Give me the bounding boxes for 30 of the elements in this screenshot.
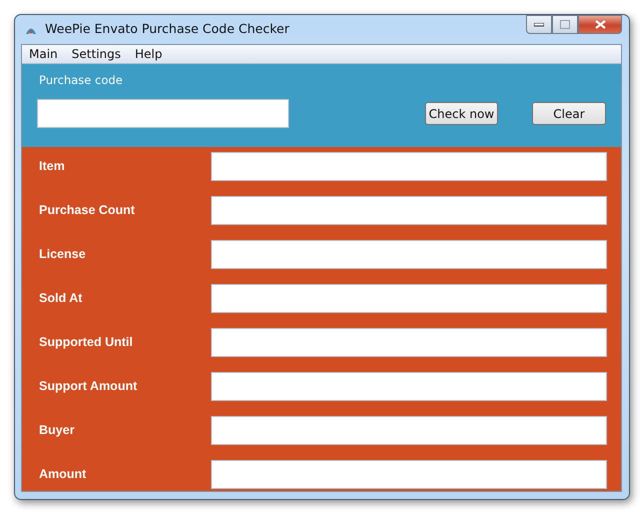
close-button[interactable] [578,15,622,34]
field-label: Item [39,158,66,176]
maximize-button[interactable] [552,15,578,34]
text-field[interactable] [211,372,607,401]
field-label: Sold At [39,290,84,308]
field-label: Support Amount [39,378,138,396]
field-label: Amount [39,466,88,484]
maximize-icon [560,20,570,29]
clear-button[interactable]: Clear [532,102,606,126]
text-field[interactable] [211,416,607,445]
field-label: License [39,246,87,264]
menu-item[interactable]: Main [22,45,65,63]
menu-item[interactable]: Help [128,45,170,63]
minimize-button[interactable] [526,15,552,34]
field-label: Supported Until [39,334,134,352]
text-field[interactable] [211,328,607,357]
text-field[interactable] [211,460,607,489]
purchase-code-label: Purchase code [39,72,124,89]
check-button[interactable]: Check now [425,102,498,126]
text-field[interactable] [211,152,607,181]
text-field[interactable] [211,240,607,269]
minimize-icon [534,22,544,26]
window-title: WeePie Envato Purchase Code Checker [45,20,290,38]
text-field[interactable] [211,284,607,313]
field-label: Purchase Count [39,202,136,220]
close-icon [594,20,606,29]
field-label: Buyer [39,422,76,440]
text-field[interactable] [211,196,607,225]
purchase-code-field[interactable] [37,99,289,128]
menu-item[interactable]: Settings [64,45,128,63]
